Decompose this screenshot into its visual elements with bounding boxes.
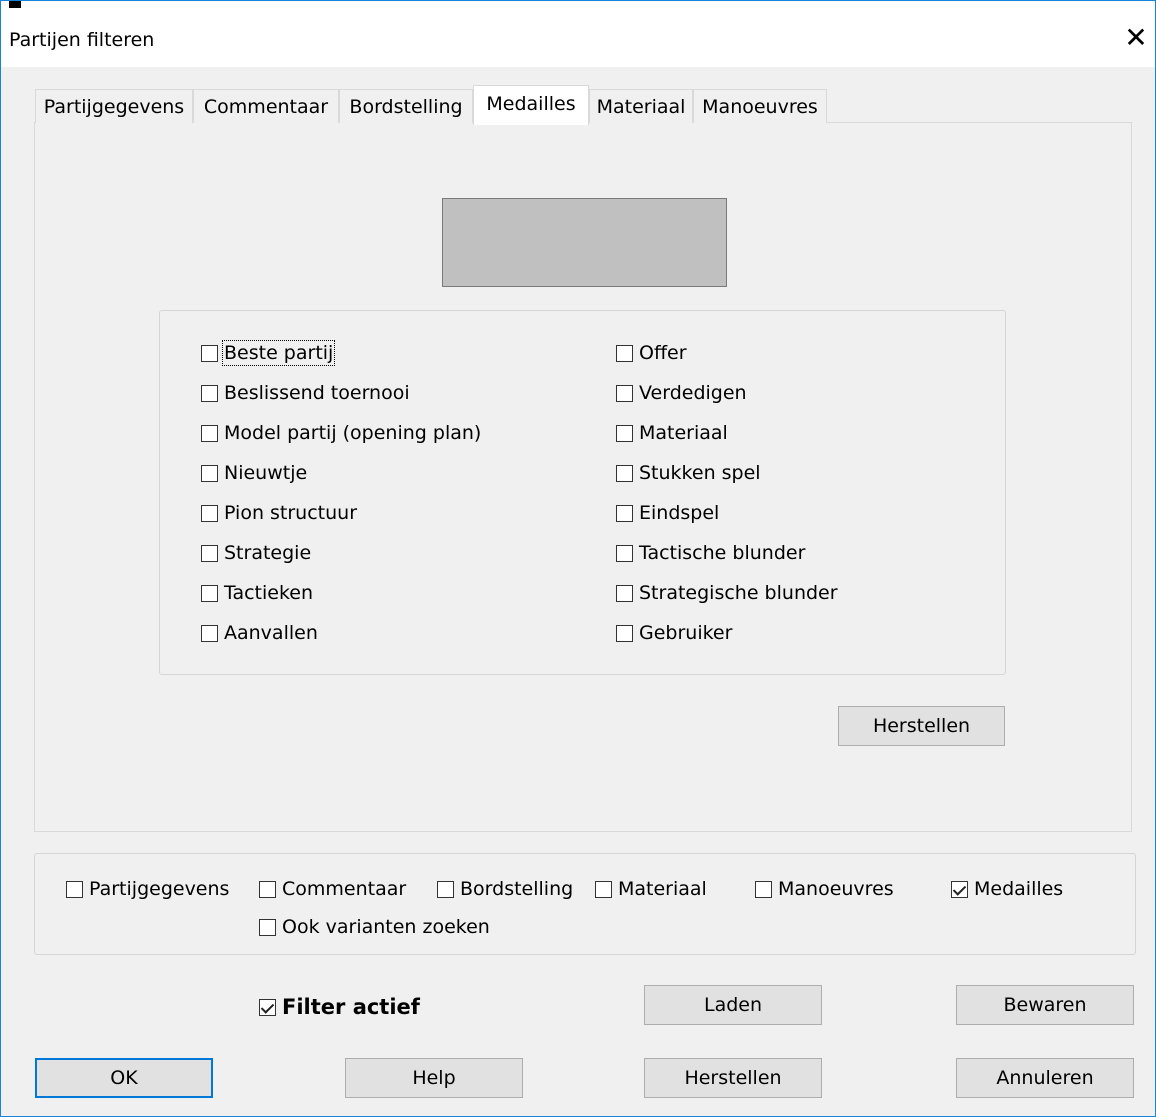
checkbox-box[interactable] [616,544,633,562]
checkbox-label: Gebruiker [639,622,733,644]
checkbox-piece-play[interactable]: Stukken spel [616,462,761,484]
help-button[interactable]: Help [345,1058,523,1098]
checkbox-label: Model partij (opening plan) [224,422,482,444]
medal-preview-image [442,198,727,287]
checkbox-tactical-blunder[interactable]: Tactische blunder [616,542,805,564]
checkbox-label: Strategie [224,542,312,564]
checkbox-label: Aanvallen [224,622,318,644]
checkbox-novelty[interactable]: Nieuwtje [201,462,307,484]
checkbox-label: Bordstelling [460,878,574,900]
checkbox-label: Partijgegevens [89,878,230,900]
checkbox-box[interactable] [201,544,218,562]
load-button[interactable]: Laden [644,985,822,1025]
checkbox-label: Nieuwtje [224,462,308,484]
checkbox-sacrifice[interactable]: Offer [616,342,687,364]
checkbox-label: Strategische blunder [639,582,838,604]
checkbox-label: Medailles [974,878,1064,900]
checkbox-box[interactable] [616,384,633,402]
checkbox-user[interactable]: Gebruiker [616,622,732,644]
checkbox-defence[interactable]: Verdedigen [616,382,747,404]
filter-active-checkbox[interactable]: Filter actief [259,995,420,1019]
checkbox-box[interactable] [201,384,218,402]
checkbox-label: Verdedigen [639,382,747,404]
scope-checkbox-board-position[interactable]: Bordstelling [437,878,573,900]
search-scope-group [34,853,1136,955]
checkbox-box[interactable] [616,424,633,442]
checkbox-box-checked[interactable] [259,998,276,1016]
scope-checkbox-comments[interactable]: Commentaar [259,878,406,900]
checkbox-box[interactable] [201,464,218,482]
reset-button[interactable]: Herstellen [644,1058,822,1098]
checkbox-label: Commentaar [282,878,407,900]
ok-button[interactable]: OK [35,1058,213,1098]
checkbox-box[interactable] [201,584,218,602]
checkbox-box-checked[interactable] [951,880,968,898]
checkbox-box[interactable] [201,504,218,522]
checkbox-label: Manoeuvres [778,878,894,900]
checkbox-box[interactable] [616,464,633,482]
filter-games-dialog: Partijen filteren ✕ Partijgegevens Comme… [0,0,1156,1117]
checkbox-box[interactable] [201,624,218,642]
checkbox-box[interactable] [616,344,633,362]
checkbox-strategy[interactable]: Strategie [201,542,311,564]
checkbox-label: Materiaal [639,422,728,444]
tab-medals[interactable]: Medailles [473,85,589,125]
close-icon[interactable]: ✕ [1121,23,1151,53]
window-corner-mark [9,1,21,8]
checkbox-label: Filter actief [282,995,420,1019]
checkbox-box[interactable] [201,344,218,362]
checkbox-box[interactable] [259,918,276,936]
scope-checkbox-variants[interactable]: Ook varianten zoeken [259,916,490,938]
checkbox-pawn-structure[interactable]: Pion structuur [201,502,357,524]
checkbox-box[interactable] [755,880,772,898]
checkbox-strategic-blunder[interactable]: Strategische blunder [616,582,838,604]
title-bar: Partijen filteren ✕ [1,1,1155,67]
checkbox-box[interactable] [616,584,633,602]
medals-group [159,310,1006,675]
tab-manoeuvres[interactable]: Manoeuvres [693,89,827,123]
tab-game-data[interactable]: Partijgegevens [35,89,193,123]
checkbox-material[interactable]: Materiaal [616,422,728,444]
tab-material[interactable]: Materiaal [589,89,693,123]
checkbox-label: Beste partij [221,340,336,366]
checkbox-best-game[interactable]: Beste partij [201,340,336,366]
checkbox-endgame[interactable]: Eindspel [616,502,719,524]
checkbox-label: Tactische blunder [639,542,806,564]
checkbox-label: Ook varianten zoeken [282,916,490,938]
tab-comments[interactable]: Commentaar [193,89,339,123]
checkbox-box[interactable] [66,880,83,898]
checkbox-box[interactable] [595,880,612,898]
checkbox-box[interactable] [616,624,633,642]
scope-checkbox-game-data[interactable]: Partijgegevens [66,878,229,900]
checkbox-label: Beslissend toernooi [224,382,410,404]
checkbox-box[interactable] [259,880,276,898]
save-button[interactable]: Bewaren [956,985,1134,1025]
tab-board-position[interactable]: Bordstelling [339,89,473,123]
checkbox-label: Pion structuur [224,502,358,524]
checkbox-box[interactable] [616,504,633,522]
checkbox-box[interactable] [201,424,218,442]
checkbox-label: Materiaal [618,878,707,900]
scope-checkbox-manoeuvres[interactable]: Manoeuvres [755,878,894,900]
scope-checkbox-medals[interactable]: Medailles [951,878,1063,900]
checkbox-label: Stukken spel [639,462,761,484]
checkbox-attacks[interactable]: Aanvallen [201,622,318,644]
checkbox-label: Eindspel [639,502,720,524]
checkbox-label: Offer [639,342,687,364]
checkbox-box[interactable] [437,880,454,898]
checkbox-label: Tactieken [224,582,314,604]
dialog-title: Partijen filteren [9,29,155,51]
scope-checkbox-material[interactable]: Materiaal [595,878,707,900]
checkbox-decided-tournament[interactable]: Beslissend toernooi [201,382,410,404]
medals-reset-button[interactable]: Herstellen [838,706,1005,746]
checkbox-model-game[interactable]: Model partij (opening plan) [201,422,481,444]
checkbox-tactics[interactable]: Tactieken [201,582,313,604]
cancel-button[interactable]: Annuleren [956,1058,1134,1098]
